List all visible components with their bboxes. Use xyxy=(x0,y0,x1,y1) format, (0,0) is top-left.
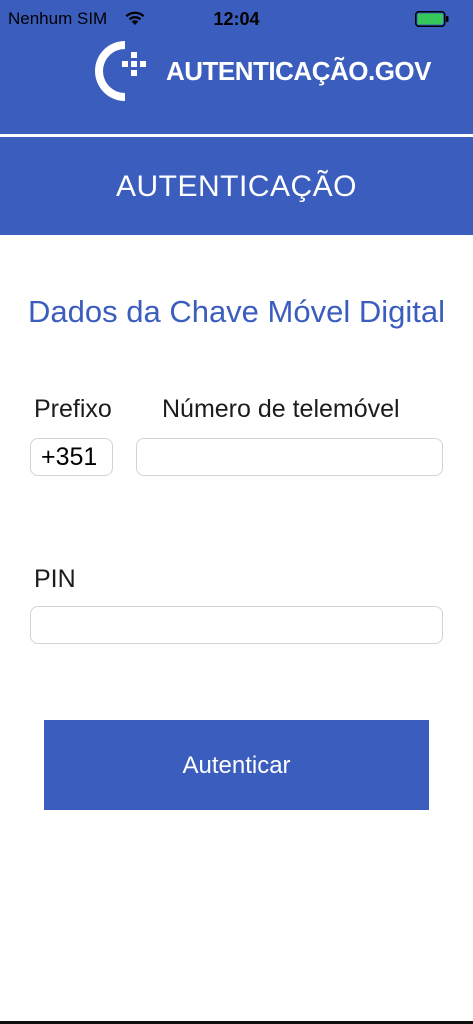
status-bar: Nenhum SIM 12:04 xyxy=(0,0,473,40)
authentication-screen: Nenhum SIM 12:04 AUTENTICAÇÃO.GOV AUTENT… xyxy=(0,0,473,1024)
authenticate-button[interactable]: Autenticar xyxy=(44,720,429,810)
section-title: Dados da Chave Móvel Digital xyxy=(28,294,445,329)
pin-label: PIN xyxy=(34,565,76,593)
title-bar: AUTENTICAÇÃO xyxy=(0,137,473,235)
phone-number-input[interactable] xyxy=(136,438,443,476)
battery-icon xyxy=(415,11,449,27)
pin-input[interactable] xyxy=(30,606,443,644)
brand-name: AUTENTICAÇÃO.GOV xyxy=(166,56,432,86)
status-time: 12:04 xyxy=(213,9,260,29)
page-title: AUTENTICAÇÃO xyxy=(115,170,358,203)
brand-row: AUTENTICAÇÃO.GOV xyxy=(0,40,473,104)
phone-label: Número de telemóvel xyxy=(162,395,400,423)
prefix-input[interactable] xyxy=(30,438,113,476)
autenticacao-gov-logo-icon xyxy=(95,41,146,101)
prefix-label: Prefixo xyxy=(34,395,112,423)
app-header: Nenhum SIM 12:04 AUTENTICAÇÃO.GOV xyxy=(0,0,473,134)
